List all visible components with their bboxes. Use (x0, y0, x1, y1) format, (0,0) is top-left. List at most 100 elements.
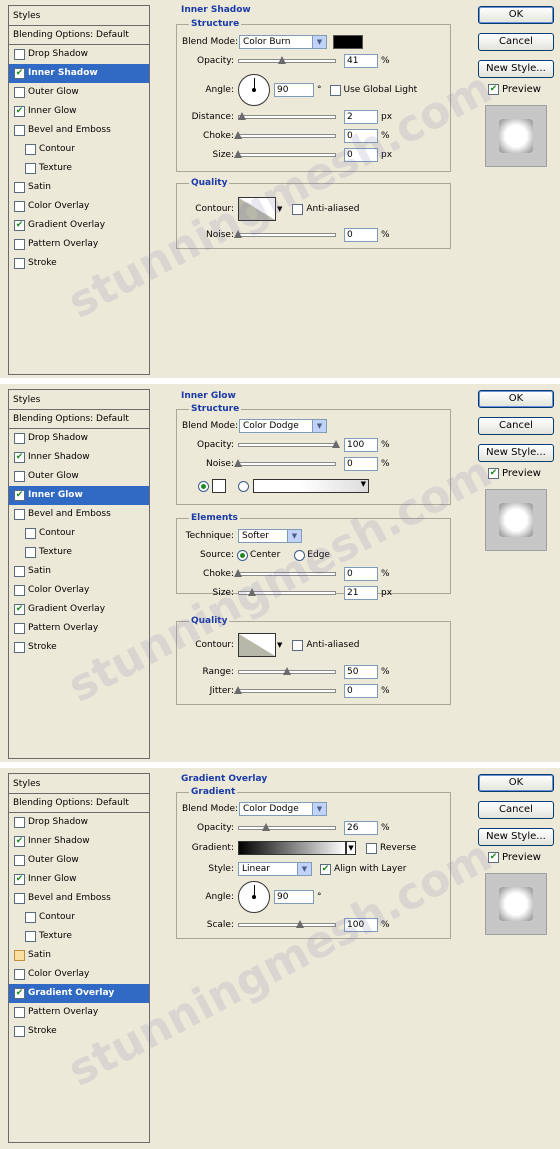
slider-knob[interactable] (234, 131, 242, 139)
effect-item-outer-glow[interactable]: Outer Glow (9, 83, 149, 102)
slider-knob[interactable] (262, 823, 270, 831)
effect-checkbox[interactable] (14, 623, 25, 634)
effect-item-stroke[interactable]: Stroke (9, 254, 149, 273)
effect-checkbox[interactable] (14, 893, 25, 904)
effect-item-color-overlay[interactable]: Color Overlay (9, 965, 149, 984)
jitter-slider[interactable] (234, 686, 336, 696)
scale-slider[interactable] (238, 920, 336, 930)
effect-checkbox[interactable] (14, 258, 25, 269)
effect-item-pattern-overlay[interactable]: Pattern Overlay (9, 619, 149, 638)
effect-item-satin[interactable]: Satin (9, 946, 149, 965)
effect-checkbox[interactable] (14, 817, 25, 828)
blend-mode-select[interactable]: Color Dodge ▼ (239, 802, 327, 816)
preview-checkbox[interactable] (488, 84, 499, 95)
effect-checkbox[interactable] (14, 68, 25, 79)
slider-knob[interactable] (234, 569, 242, 577)
effect-item-drop-shadow[interactable]: Drop Shadow (9, 813, 149, 832)
size-slider[interactable] (234, 150, 336, 160)
effect-item-texture[interactable]: Texture (9, 159, 149, 178)
contour-picker[interactable] (238, 633, 276, 657)
effect-checkbox[interactable] (14, 874, 25, 885)
blending-options-item[interactable]: Blending Options: Default (9, 26, 149, 45)
slider-knob[interactable] (248, 588, 256, 596)
effect-item-gradient-overlay[interactable]: Gradient Overlay (9, 600, 149, 619)
slider-knob[interactable] (234, 230, 242, 238)
distance-input[interactable]: 2 (344, 110, 378, 124)
blend-mode-select[interactable]: Color Dodge ▼ (239, 419, 327, 433)
new-style-button[interactable]: New Style... (478, 60, 554, 78)
align-with-layer-checkbox[interactable] (320, 863, 331, 875)
slider-knob[interactable] (234, 459, 242, 467)
effect-checkbox[interactable] (14, 125, 25, 136)
effect-item-contour[interactable]: Contour (9, 140, 149, 159)
effect-item-bevel-and-emboss[interactable]: Bevel and Emboss (9, 121, 149, 140)
effect-checkbox[interactable] (14, 452, 25, 463)
effect-checkbox[interactable] (14, 490, 25, 501)
effect-item-gradient-overlay[interactable]: Gradient Overlay (9, 984, 149, 1003)
effect-item-bevel-and-emboss[interactable]: Bevel and Emboss (9, 505, 149, 524)
contour-picker[interactable] (238, 197, 276, 221)
opacity-slider[interactable] (238, 440, 340, 450)
effect-checkbox[interactable] (14, 585, 25, 596)
size-input[interactable]: 0 (344, 148, 378, 162)
effect-item-pattern-overlay[interactable]: Pattern Overlay (9, 235, 149, 254)
reverse-checkbox[interactable] (366, 842, 377, 854)
styles-header[interactable]: Styles (9, 390, 149, 410)
ok-button[interactable]: OK (478, 390, 554, 408)
source-center-radio[interactable] (237, 549, 248, 561)
effect-item-inner-glow[interactable]: Inner Glow (9, 870, 149, 889)
noise-slider[interactable] (234, 230, 336, 240)
effect-item-satin[interactable]: Satin (9, 562, 149, 581)
glow-color-swatch[interactable] (212, 479, 226, 493)
gradient-picker[interactable] (238, 841, 346, 855)
effect-item-drop-shadow[interactable]: Drop Shadow (9, 429, 149, 448)
effect-item-drop-shadow[interactable]: Drop Shadow (9, 45, 149, 64)
effect-checkbox[interactable] (14, 201, 25, 212)
angle-dial[interactable] (238, 881, 270, 913)
effect-item-pattern-overlay[interactable]: Pattern Overlay (9, 1003, 149, 1022)
preview-toggle[interactable]: Preview (488, 84, 541, 95)
slider-knob[interactable] (278, 56, 286, 64)
preview-toggle[interactable]: Preview (488, 852, 541, 863)
effect-checkbox[interactable] (14, 182, 25, 193)
effect-checkbox[interactable] (14, 969, 25, 980)
opacity-slider[interactable] (238, 823, 336, 833)
effect-item-stroke[interactable]: Stroke (9, 638, 149, 657)
anti-aliased-checkbox[interactable] (292, 203, 304, 215)
source-edge-radio[interactable] (294, 549, 306, 561)
global-light-checkbox[interactable] (329, 84, 341, 96)
effect-item-contour[interactable]: Contour (9, 908, 149, 927)
effect-checkbox[interactable] (14, 1007, 25, 1018)
glow-gradient-picker[interactable]: ▼ (253, 479, 369, 493)
effect-item-gradient-overlay[interactable]: Gradient Overlay (9, 216, 149, 235)
choke-input[interactable]: 0 (344, 567, 378, 581)
choke-input[interactable]: 0 (344, 129, 378, 143)
choke-slider[interactable] (234, 569, 336, 579)
effect-item-bevel-and-emboss[interactable]: Bevel and Emboss (9, 889, 149, 908)
effect-checkbox[interactable] (14, 87, 25, 98)
new-style-button[interactable]: New Style... (478, 828, 554, 846)
effect-checkbox[interactable] (14, 433, 25, 444)
gradient-radio[interactable] (238, 480, 249, 492)
effect-checkbox[interactable] (14, 49, 25, 60)
effect-checkbox[interactable] (14, 855, 25, 866)
opacity-input[interactable]: 26 (344, 821, 378, 835)
effect-checkbox[interactable] (14, 566, 25, 577)
effect-item-inner-shadow[interactable]: Inner Shadow (9, 448, 149, 467)
ok-button[interactable]: OK (478, 774, 554, 792)
effect-checkbox[interactable] (14, 220, 25, 231)
jitter-input[interactable]: 0 (344, 684, 378, 698)
technique-select[interactable]: Softer ▼ (238, 529, 302, 543)
angle-input[interactable]: 90 (274, 890, 314, 904)
styles-header[interactable]: Styles (9, 6, 149, 26)
effect-checkbox[interactable] (14, 950, 25, 961)
angle-dial[interactable] (238, 74, 270, 106)
noise-input[interactable]: 0 (344, 457, 378, 471)
effect-item-color-overlay[interactable]: Color Overlay (9, 581, 149, 600)
slider-knob[interactable] (234, 150, 242, 158)
slider-knob[interactable] (238, 112, 246, 120)
anti-aliased-checkbox[interactable] (292, 639, 304, 651)
preview-checkbox[interactable] (488, 468, 499, 479)
slider-knob[interactable] (283, 667, 291, 675)
new-style-button[interactable]: New Style... (478, 444, 554, 462)
